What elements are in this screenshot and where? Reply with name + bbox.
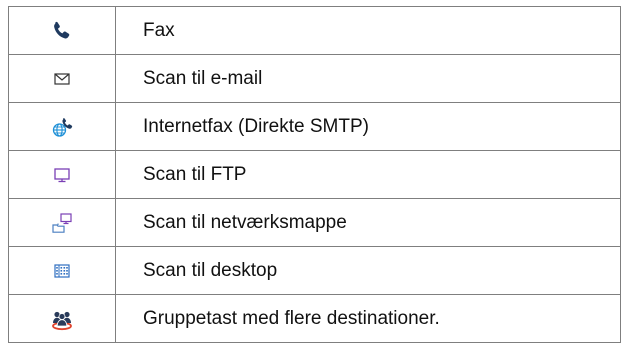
destination-table: Fax Scan til e-mail Internetfax (Direkte… <box>8 6 621 343</box>
envelope-icon <box>50 67 74 91</box>
row-label: Scan til FTP <box>115 150 621 199</box>
table-row: Gruppetast med flere destinationer. <box>8 294 621 343</box>
table-row: Scan til netværksmappe <box>8 198 621 247</box>
icon-cell <box>8 246 116 295</box>
table-row: Scan til e-mail <box>8 54 621 103</box>
icon-cell <box>8 54 116 103</box>
row-label: Internetfax (Direkte SMTP) <box>115 102 621 151</box>
icon-cell <box>8 198 116 247</box>
row-label: Fax <box>115 6 621 55</box>
phone-icon <box>50 19 74 43</box>
table-row: Scan til FTP <box>8 150 621 199</box>
table-row: Scan til desktop <box>8 246 621 295</box>
table-row: Internetfax (Direkte SMTP) <box>8 102 621 151</box>
icon-cell <box>8 102 116 151</box>
icon-cell <box>8 150 116 199</box>
row-label: Scan til e-mail <box>115 54 621 103</box>
network-folder-icon <box>50 211 74 235</box>
row-label: Gruppetast med flere destinationer. <box>115 294 621 343</box>
row-label: Scan til netværksmappe <box>115 198 621 247</box>
destination-legend: Fax Scan til e-mail Internetfax (Direkte… <box>0 0 629 358</box>
desktop-grid-icon <box>50 259 74 283</box>
row-label: Scan til desktop <box>115 246 621 295</box>
table-row: Fax <box>8 6 621 55</box>
monitor-icon <box>50 163 74 187</box>
globe-phone-icon <box>50 115 74 139</box>
group-icon <box>50 307 74 331</box>
icon-cell <box>8 294 116 343</box>
icon-cell <box>8 6 116 55</box>
